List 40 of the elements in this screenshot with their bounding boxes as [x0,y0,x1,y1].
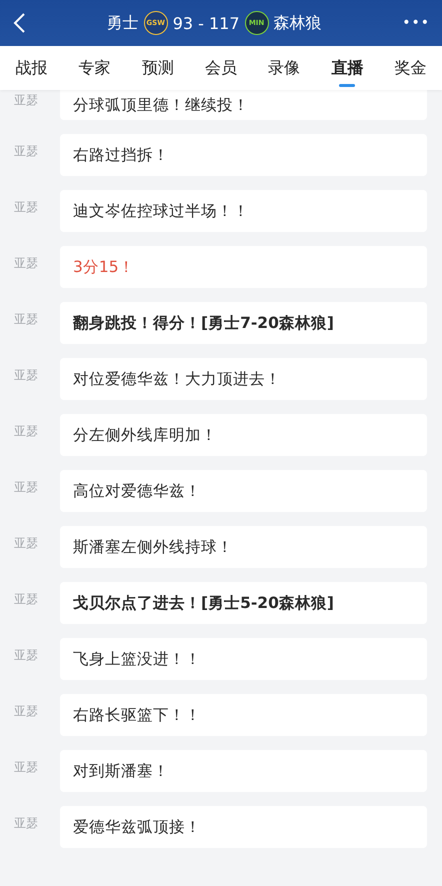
commentator-name: 亚瑟 [13,703,39,720]
commentary-message: 飞身上篮没进！！ [60,638,427,680]
commentator-name: 亚瑟 [13,759,39,776]
commentator-name: 亚瑟 [13,647,39,664]
commentary-message: 爱德华兹弧顶接！ [60,806,427,848]
commentator-name: 亚瑟 [13,255,39,272]
commentary-message: 高位对爱德华兹！ [60,470,427,512]
commentator-name: 亚瑟 [13,535,39,552]
commentator-name: 亚瑟 [13,199,39,216]
commentator-name: 亚瑟 [13,367,39,384]
commentary-message: 迪文岑佐控球过半场！！ [60,190,427,232]
commentator-name: 亚瑟 [13,92,39,109]
team-name: 勇士 [106,12,139,34]
commentary-message: 分左侧外线库明加！ [60,414,427,456]
commentator-name: 亚瑟 [13,423,39,440]
tab[interactable]: 直播 [331,46,364,90]
commentary-message: 斯潘塞左侧外线持球！ [60,526,427,568]
tab[interactable]: 战报 [16,46,48,90]
tab[interactable]: 专家 [78,46,111,90]
commentary-message: 对位爱德华兹！大力顶进去！ [60,358,427,400]
commentary-message: 3分15！ [60,246,427,288]
commentator-name: 亚瑟 [13,143,39,160]
commentary-message: 戈贝尔点了进去！[勇士5-20森林狼] [60,582,427,624]
commentator-name: 亚瑟 [13,479,39,496]
score: 93 - 117 [172,14,240,32]
tab[interactable]: 录像 [268,46,300,90]
commentator-name: 亚瑟 [13,311,39,328]
tab[interactable]: 会员 [204,46,237,90]
commentator-name: 亚瑟 [13,591,39,608]
tab[interactable]: 奖金 [394,46,426,90]
commentary-message: 右路长驱篮下！！ [60,694,427,736]
commentary-message: 分球弧顶里德！继续投！ [60,90,427,120]
team-name: 森林狼 [274,12,322,34]
commentary-message: 右路过挡拆！ [60,134,427,176]
commentary-message: 对到斯潘塞！ [60,750,427,792]
tab[interactable]: 预测 [142,46,174,90]
commentary-message: 翻身跳投！得分！[勇士7-20森林狼] [60,302,427,344]
back-icon[interactable] [12,12,26,34]
commentator-name: 亚瑟 [13,815,39,832]
more-button[interactable]: ••• [402,15,430,31]
